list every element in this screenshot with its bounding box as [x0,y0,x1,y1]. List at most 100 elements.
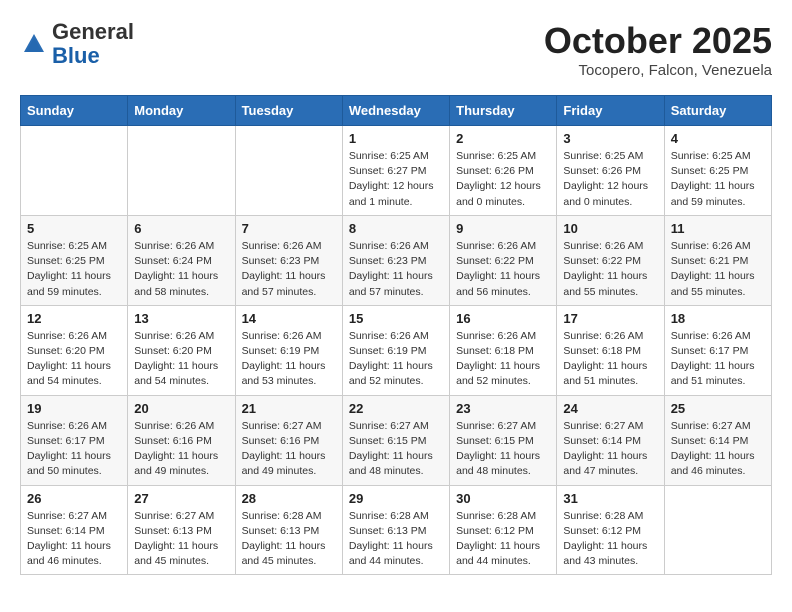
month-title: October 2025 [544,20,772,62]
calendar-cell [21,126,128,216]
day-info: Sunrise: 6:26 AMSunset: 6:23 PMDaylight:… [349,239,443,300]
day-info: Sunrise: 6:26 AMSunset: 6:16 PMDaylight:… [134,419,228,480]
day-number: 29 [349,491,443,506]
day-number: 25 [671,401,765,416]
day-info: Sunrise: 6:27 AMSunset: 6:13 PMDaylight:… [134,509,228,570]
day-header-sunday: Sunday [21,96,128,126]
day-number: 21 [242,401,336,416]
day-number: 8 [349,221,443,236]
calendar-cell: 2 Sunrise: 6:25 AMSunset: 6:26 PMDaylight… [450,126,557,216]
calendar-cell: 29 Sunrise: 6:28 AMSunset: 6:13 PMDayligh… [342,485,449,575]
day-number: 19 [27,401,121,416]
calendar-cell: 6 Sunrise: 6:26 AMSunset: 6:24 PMDaylight… [128,215,235,305]
day-number: 22 [349,401,443,416]
calendar-header-row: SundayMondayTuesdayWednesdayThursdayFrid… [21,96,772,126]
day-number: 5 [27,221,121,236]
calendar-cell: 10 Sunrise: 6:26 AMSunset: 6:22 PMDayligh… [557,215,664,305]
calendar-week-5: 26 Sunrise: 6:27 AMSunset: 6:14 PMDayligh… [21,485,772,575]
day-info: Sunrise: 6:26 AMSunset: 6:19 PMDaylight:… [242,329,336,390]
calendar-cell: 14 Sunrise: 6:26 AMSunset: 6:19 PMDayligh… [235,305,342,395]
day-number: 23 [456,401,550,416]
day-number: 15 [349,311,443,326]
day-number: 6 [134,221,228,236]
day-info: Sunrise: 6:27 AMSunset: 6:15 PMDaylight:… [349,419,443,480]
calendar-cell: 1 Sunrise: 6:25 AMSunset: 6:27 PMDaylight… [342,126,449,216]
day-number: 30 [456,491,550,506]
logo: General Blue [20,20,134,68]
day-info: Sunrise: 6:26 AMSunset: 6:22 PMDaylight:… [563,239,657,300]
day-info: Sunrise: 6:27 AMSunset: 6:14 PMDaylight:… [27,509,121,570]
calendar-cell: 23 Sunrise: 6:27 AMSunset: 6:15 PMDayligh… [450,395,557,485]
day-number: 7 [242,221,336,236]
calendar-cell: 19 Sunrise: 6:26 AMSunset: 6:17 PMDayligh… [21,395,128,485]
day-info: Sunrise: 6:28 AMSunset: 6:12 PMDaylight:… [563,509,657,570]
day-number: 10 [563,221,657,236]
day-info: Sunrise: 6:25 AMSunset: 6:26 PMDaylight:… [563,149,657,210]
day-number: 31 [563,491,657,506]
day-info: Sunrise: 6:26 AMSunset: 6:18 PMDaylight:… [456,329,550,390]
day-info: Sunrise: 6:26 AMSunset: 6:17 PMDaylight:… [27,419,121,480]
day-info: Sunrise: 6:26 AMSunset: 6:17 PMDaylight:… [671,329,765,390]
calendar-cell: 16 Sunrise: 6:26 AMSunset: 6:18 PMDayligh… [450,305,557,395]
location: Tocopero, Falcon, Venezuela [544,62,772,79]
day-info: Sunrise: 6:25 AMSunset: 6:25 PMDaylight:… [671,149,765,210]
calendar-week-3: 12 Sunrise: 6:26 AMSunset: 6:20 PMDayligh… [21,305,772,395]
day-number: 3 [563,131,657,146]
day-info: Sunrise: 6:26 AMSunset: 6:20 PMDaylight:… [134,329,228,390]
calendar-cell: 11 Sunrise: 6:26 AMSunset: 6:21 PMDayligh… [664,215,771,305]
day-number: 4 [671,131,765,146]
day-info: Sunrise: 6:27 AMSunset: 6:16 PMDaylight:… [242,419,336,480]
day-info: Sunrise: 6:25 AMSunset: 6:27 PMDaylight:… [349,149,443,210]
day-info: Sunrise: 6:27 AMSunset: 6:14 PMDaylight:… [563,419,657,480]
day-header-friday: Friday [557,96,664,126]
calendar-cell: 27Sunrise: 6:27 AMSunset: 6:13 PMDayligh… [128,485,235,575]
day-number: 14 [242,311,336,326]
calendar-table: SundayMondayTuesdayWednesdayThursdayFrid… [20,95,772,575]
day-header-saturday: Saturday [664,96,771,126]
calendar-cell: 3 Sunrise: 6:25 AMSunset: 6:26 PMDaylight… [557,126,664,216]
calendar-body: 1 Sunrise: 6:25 AMSunset: 6:27 PMDaylight… [21,126,772,575]
day-number: 17 [563,311,657,326]
day-number: 24 [563,401,657,416]
day-info: Sunrise: 6:26 AMSunset: 6:18 PMDaylight:… [563,329,657,390]
calendar-cell [235,126,342,216]
day-number: 26 [27,491,121,506]
day-info: Sunrise: 6:28 AMSunset: 6:13 PMDaylight:… [349,509,443,570]
day-info: Sunrise: 6:26 AMSunset: 6:23 PMDaylight:… [242,239,336,300]
day-info: Sunrise: 6:26 AMSunset: 6:22 PMDaylight:… [456,239,550,300]
day-header-wednesday: Wednesday [342,96,449,126]
calendar-cell: 15Sunrise: 6:26 AMSunset: 6:19 PMDayligh… [342,305,449,395]
calendar-cell: 4 Sunrise: 6:25 AMSunset: 6:25 PMDaylight… [664,126,771,216]
day-info: Sunrise: 6:26 AMSunset: 6:21 PMDaylight:… [671,239,765,300]
calendar-cell: 30 Sunrise: 6:28 AMSunset: 6:12 PMDayligh… [450,485,557,575]
day-number: 28 [242,491,336,506]
day-number: 11 [671,221,765,236]
day-number: 18 [671,311,765,326]
calendar-cell: 28Sunrise: 6:28 AMSunset: 6:13 PMDayligh… [235,485,342,575]
day-number: 12 [27,311,121,326]
calendar-week-1: 1 Sunrise: 6:25 AMSunset: 6:27 PMDaylight… [21,126,772,216]
day-number: 2 [456,131,550,146]
calendar-cell: 20Sunrise: 6:26 AMSunset: 6:16 PMDayligh… [128,395,235,485]
calendar-cell: 22 Sunrise: 6:27 AMSunset: 6:15 PMDayligh… [342,395,449,485]
day-info: Sunrise: 6:28 AMSunset: 6:12 PMDaylight:… [456,509,550,570]
calendar-cell: 31 Sunrise: 6:28 AMSunset: 6:12 PMDayligh… [557,485,664,575]
calendar-cell: 25Sunrise: 6:27 AMSunset: 6:14 PMDayligh… [664,395,771,485]
day-info: Sunrise: 6:25 AMSunset: 6:26 PMDaylight:… [456,149,550,210]
day-number: 16 [456,311,550,326]
calendar-cell: 13Sunrise: 6:26 AMSunset: 6:20 PMDayligh… [128,305,235,395]
day-info: Sunrise: 6:26 AMSunset: 6:24 PMDaylight:… [134,239,228,300]
calendar-week-2: 5 Sunrise: 6:25 AMSunset: 6:25 PMDaylight… [21,215,772,305]
calendar-week-4: 19 Sunrise: 6:26 AMSunset: 6:17 PMDayligh… [21,395,772,485]
day-header-tuesday: Tuesday [235,96,342,126]
calendar-cell: 24 Sunrise: 6:27 AMSunset: 6:14 PMDayligh… [557,395,664,485]
calendar-cell: 5 Sunrise: 6:25 AMSunset: 6:25 PMDaylight… [21,215,128,305]
calendar-cell: 18 Sunrise: 6:26 AMSunset: 6:17 PMDayligh… [664,305,771,395]
day-info: Sunrise: 6:25 AMSunset: 6:25 PMDaylight:… [27,239,121,300]
day-header-thursday: Thursday [450,96,557,126]
day-info: Sunrise: 6:26 AMSunset: 6:20 PMDaylight:… [27,329,121,390]
day-number: 1 [349,131,443,146]
calendar-cell: 7 Sunrise: 6:26 AMSunset: 6:23 PMDaylight… [235,215,342,305]
calendar-cell [664,485,771,575]
day-info: Sunrise: 6:27 AMSunset: 6:15 PMDaylight:… [456,419,550,480]
